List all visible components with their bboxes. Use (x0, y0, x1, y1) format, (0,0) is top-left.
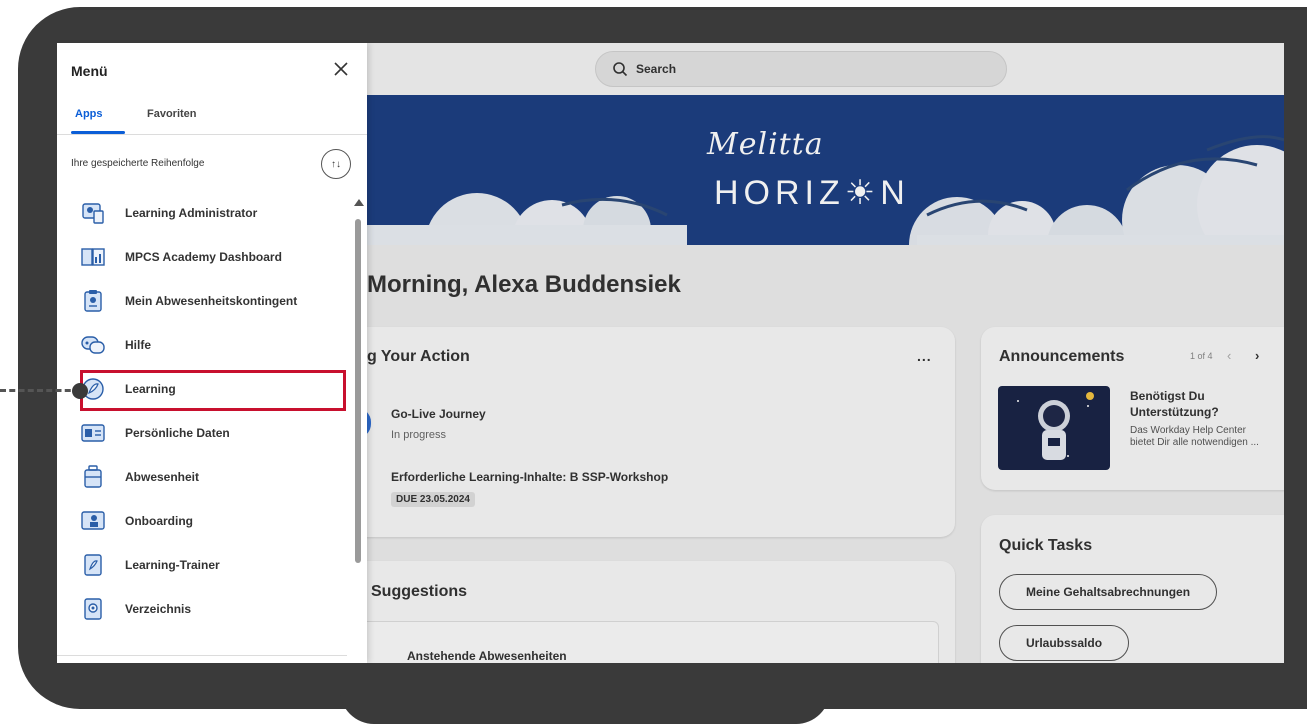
search-input[interactable]: Search (595, 51, 1007, 87)
callout-dot (72, 383, 88, 399)
menu-item-learning-trainer[interactable]: Learning-Trainer (81, 545, 343, 585)
screen: Search Melitta HORIZ☀N Morning, Alexa Bu… (57, 43, 1284, 663)
dashboard-icon (81, 248, 105, 266)
onboarding-icon (81, 511, 105, 530)
menu-item-label: Hilfe (125, 338, 152, 352)
highlight-box (80, 370, 346, 411)
greeting-heading: Morning, Alexa Buddensiek (367, 271, 681, 298)
trainer-icon (84, 554, 102, 576)
action-item-title: Go-Live Journey (391, 407, 486, 421)
menu-item-label: Learning-Trainer (125, 558, 220, 572)
payslips-button[interactable]: Meine Gehaltsabrechnungen (999, 574, 1218, 610)
menu-item-label: Abwesenheit (125, 470, 200, 484)
tab-favorites[interactable]: Favoriten (147, 108, 197, 120)
menu-item-label: MPCS Academy Dashboard (125, 250, 282, 264)
tab-divider (57, 134, 367, 135)
action-item[interactable]: Erforderliche Learning-Inhalte: B SSP-Wo… (391, 470, 668, 507)
action-item-status: In progress (391, 429, 447, 441)
learning-admin-icon (82, 203, 104, 224)
menu-item-mpcs-academy-dashboard[interactable]: MPCS Academy Dashboard (81, 237, 343, 277)
menu-item-verzeichnis[interactable]: Verzeichnis (81, 589, 343, 629)
menu-item-abwesenheit[interactable]: Abwesenheit (81, 457, 343, 497)
due-date-badge: DUE 23.05.2024 (391, 492, 475, 507)
more-options-button[interactable]: ... (917, 348, 932, 364)
quick-tasks-title: Quick Tasks (999, 537, 1093, 554)
menu-item-onboarding[interactable]: Onboarding (81, 501, 343, 541)
chevron-right-icon[interactable]: › (1255, 348, 1259, 363)
search-placeholder: Search (636, 62, 677, 76)
suggestions-title: Suggestions (371, 583, 468, 600)
menu-item-mein-abwesenheitskontingent[interactable]: Mein Abwesenheitskontingent (81, 281, 343, 321)
menu-item-label: Learning Administrator (125, 206, 258, 220)
astronaut-image[interactable] (998, 386, 1110, 470)
id-card-icon (81, 424, 105, 442)
menu-item-label: Persönliche Daten (125, 426, 230, 440)
menu-item-persoenliche-daten[interactable]: Persönliche Daten (81, 413, 343, 453)
sort-order-button[interactable]: ↑↓ (321, 149, 351, 179)
vacation-balance-button[interactable]: Urlaubssaldo (999, 625, 1130, 661)
directory-icon (84, 598, 102, 620)
scroll-up-arrow[interactable] (354, 199, 364, 206)
chevron-left-icon[interactable]: ‹ (1227, 348, 1231, 363)
device-stand (340, 690, 830, 724)
menu-item-hilfe[interactable]: Hilfe (81, 325, 343, 365)
announcement-pager: 1 of 4 (1190, 351, 1213, 361)
brand-logo-word: HORIZ☀N (714, 174, 910, 212)
tab-apps[interactable]: Apps (75, 108, 103, 120)
suitcase-icon (84, 465, 102, 488)
scrollbar-thumb[interactable] (355, 219, 361, 563)
announcement-headline[interactable]: Benötigst Du Unterstützung? (1130, 388, 1270, 420)
close-icon[interactable] (331, 59, 351, 79)
suggestion-item-label: Anstehende Abwesenheiten (407, 649, 567, 663)
search-icon (613, 62, 628, 77)
action-item[interactable]: Go-Live Journey In progress (391, 407, 486, 441)
announcement-body: Das Workday Help Center bietet Dir alle … (1130, 425, 1259, 448)
announcements-title: Announcements (999, 348, 1125, 365)
clipboard-icon (84, 290, 102, 312)
menu-footer-divider (57, 655, 347, 656)
help-icon (81, 336, 105, 354)
callout-line (0, 389, 80, 392)
saved-order-label: Ihre gespeicherte Reihenfolge (71, 158, 205, 169)
menu-item-learning-administrator[interactable]: Learning Administrator (81, 193, 343, 233)
menu-title: Menü (71, 63, 108, 79)
action-card-title: g Your Action (367, 348, 470, 365)
menu-item-label: Mein Abwesenheitskontingent (125, 294, 298, 308)
sort-icon: ↑↓ (331, 158, 341, 170)
menu-item-label: Verzeichnis (125, 602, 192, 616)
menu-item-label: Onboarding (125, 514, 193, 528)
brand-logo-script: Melitta (707, 127, 824, 162)
action-item-title: Erforderliche Learning-Inhalte: B SSP-Wo… (391, 470, 669, 484)
side-menu: Menü Apps Favoriten Ihre gespeicherte Re… (57, 43, 367, 663)
